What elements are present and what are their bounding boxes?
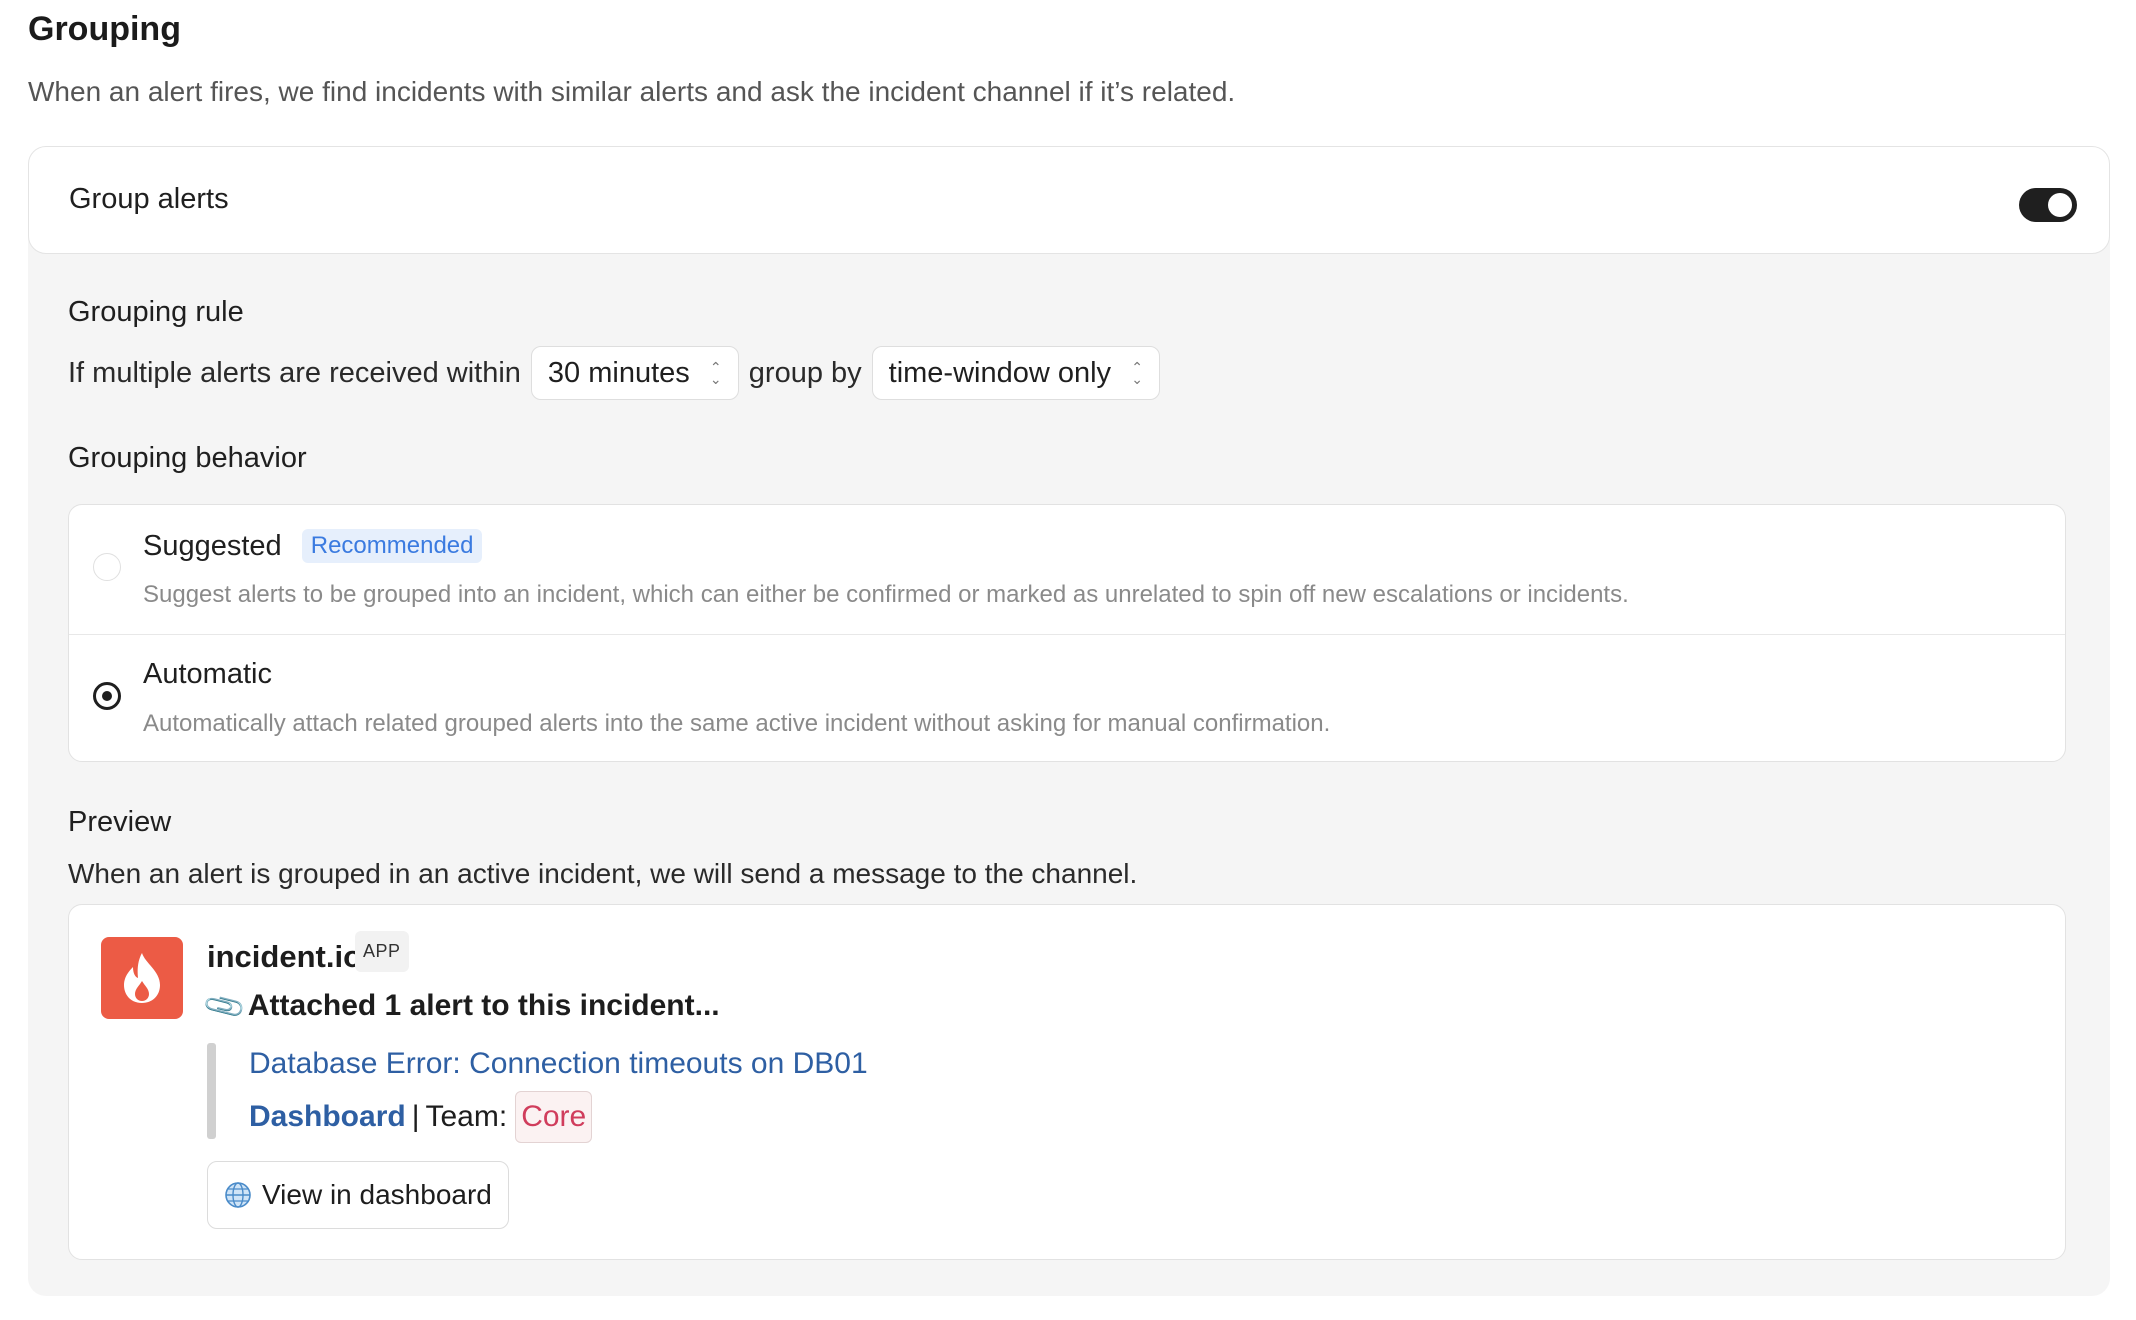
group-alerts-card: Group alerts [28, 146, 2110, 254]
toggle-knob [2048, 193, 2072, 217]
section-title: Grouping [28, 10, 181, 48]
group-alerts-toggle[interactable] [2019, 188, 2077, 222]
group-alerts-label: Group alerts [69, 183, 229, 215]
grouping-options-panel [28, 236, 2110, 1296]
grouping-settings-page: Grouping When an alert fires, we find in… [0, 0, 2136, 1320]
section-description: When an alert fires, we find incidents w… [28, 76, 1236, 107]
